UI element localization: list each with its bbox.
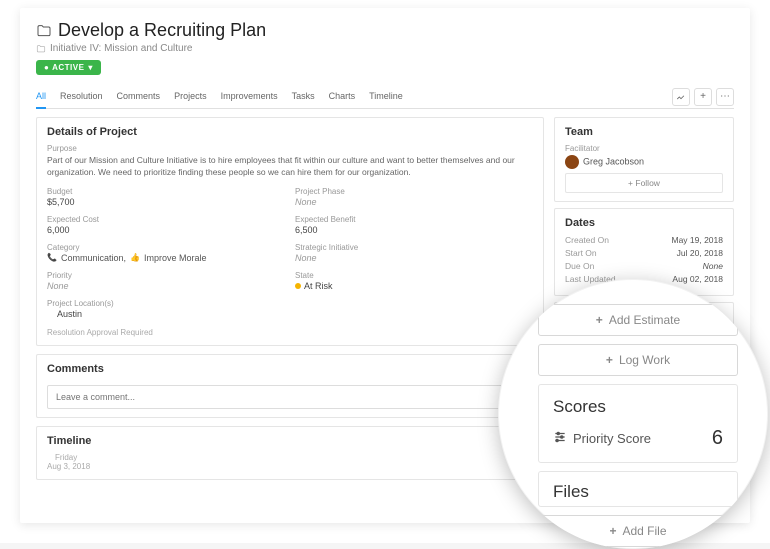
tab-improvements[interactable]: Improvements (221, 85, 278, 108)
details-title: Details of Project (47, 126, 533, 138)
category-label: Category (47, 243, 285, 252)
phase-label: Project Phase (295, 187, 533, 196)
timeline-panel: Timeline Friday Aug 3, 2018 (36, 426, 544, 480)
follow-button[interactable]: + Follow (565, 173, 723, 193)
team-panel: Team Facilitator Greg Jacobson + Follow (554, 117, 734, 202)
comments-title: Comments (47, 363, 533, 375)
strategic-label: Strategic Initiative (295, 243, 533, 252)
expbenefit-label: Expected Benefit (295, 215, 533, 224)
start-value: Jul 20, 2018 (677, 248, 723, 258)
phase-value: None (295, 197, 533, 207)
expcost-value: 6,000 (47, 225, 285, 235)
priority-value: None (47, 281, 285, 291)
created-label: Created On (565, 235, 609, 245)
tab-projects[interactable]: Projects (174, 85, 207, 108)
start-label: Start On (565, 248, 597, 258)
timeline-title: Timeline (47, 435, 533, 447)
due-label: Due On (565, 261, 594, 271)
tab-comments[interactable]: Comments (117, 85, 161, 108)
tab-list: All Resolution Comments Projects Improve… (36, 85, 672, 108)
scores-title: Scores (553, 397, 723, 417)
files-panel-zoom: Files (538, 471, 738, 507)
purpose-label: Purpose (47, 144, 533, 153)
tab-all[interactable]: All (36, 85, 46, 109)
chevron-down-icon: ▾ (88, 63, 93, 72)
budget-label: Budget (47, 187, 285, 196)
scores-panel-zoom: Scores Priority Score 6 (538, 384, 738, 463)
comments-panel: Comments (36, 354, 544, 418)
warning-dot-icon (295, 283, 301, 289)
phone-icon: 📞 (47, 253, 57, 262)
files-title: Files (553, 482, 723, 502)
breadcrumb[interactable]: Initiative IV: Mission and Culture (50, 43, 192, 54)
avatar (565, 155, 579, 169)
tab-resolution[interactable]: Resolution (60, 85, 103, 108)
state-value: At Risk (295, 281, 533, 291)
thumbs-up-icon: 👍 (130, 253, 140, 262)
plus-icon: + (609, 524, 616, 538)
plus-icon: + (606, 353, 613, 367)
folder-icon (36, 44, 46, 54)
expcost-label: Expected Cost (47, 215, 285, 224)
strategic-value: None (295, 253, 533, 263)
chart-icon[interactable] (672, 88, 690, 106)
add-file-button[interactable]: + Add File (538, 515, 738, 547)
priority-label: Priority (47, 271, 285, 280)
team-title: Team (565, 126, 723, 138)
timeline-day: Friday (55, 453, 533, 462)
state-label: State (295, 271, 533, 280)
details-panel: Details of Project Purpose Part of our M… (36, 117, 544, 346)
budget-value: $5,700 (47, 197, 285, 207)
expbenefit-value: 6,500 (295, 225, 533, 235)
timeline-date: Aug 3, 2018 (47, 462, 533, 471)
created-value: May 19, 2018 (671, 235, 723, 245)
add-button[interactable]: + (694, 88, 712, 106)
more-icon[interactable]: ⋯ (716, 88, 734, 106)
resolution-note: Resolution Approval Required (47, 328, 533, 337)
add-estimate-button[interactable]: + Add Estimate (538, 304, 738, 336)
tab-tasks[interactable]: Tasks (292, 85, 315, 108)
priority-score-value: 6 (712, 427, 723, 450)
location-label: Project Location(s) (47, 299, 285, 308)
tab-timeline[interactable]: Timeline (369, 85, 403, 108)
magnifier-overlay: + Add Estimate + Log Work Scores Priorit… (498, 279, 768, 549)
category-value: 📞 Communication, 👍 Improve Morale (47, 253, 285, 263)
page-title: Develop a Recruiting Plan (58, 20, 266, 41)
tab-charts[interactable]: Charts (329, 85, 356, 108)
location-value: Austin (57, 309, 82, 319)
dates-title: Dates (565, 217, 723, 229)
sliders-icon (553, 430, 567, 447)
log-work-button[interactable]: + Log Work (538, 344, 738, 376)
plus-icon: + (596, 313, 603, 327)
folder-icon (36, 23, 52, 39)
due-value: None (703, 261, 723, 271)
status-badge[interactable]: ● ACTIVE▾ (36, 60, 101, 75)
updated-value: Aug 02, 2018 (672, 274, 723, 284)
comment-input[interactable] (47, 385, 533, 409)
purpose-text: Part of our Mission and Culture Initiati… (47, 155, 533, 179)
facilitator-row: Greg Jacobson (565, 155, 723, 169)
priority-score-label: Priority Score (553, 430, 651, 447)
facilitator-label: Facilitator (565, 144, 723, 153)
